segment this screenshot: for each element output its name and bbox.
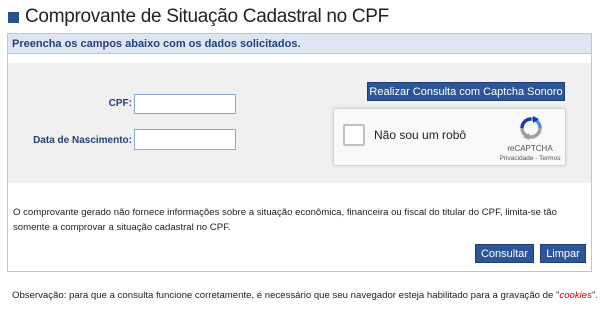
note-prefix: Observação: para que a consulta funcione… [12, 290, 560, 301]
page-title-bar: Comprovante de Situação Cadastral no CPF [8, 5, 389, 29]
clear-button[interactable]: Limpar [540, 244, 586, 263]
recaptcha-widget: Não sou um robô reCAPTCHA Privacidade - … [333, 108, 566, 166]
recaptcha-checkbox-label: Não sou um robô [374, 128, 467, 142]
panel-header-text: Preencha os campos abaixo com os dados s… [12, 37, 301, 50]
page-title: Comprovante de Situação Cadastral no CPF [25, 6, 389, 27]
privacy-link[interactable]: Privacidade [500, 155, 534, 162]
form-area: CPF: Data de Nascimento: Realizar Consul… [8, 63, 591, 183]
recaptcha-icon [520, 116, 542, 140]
note-suffix: ". [591, 290, 599, 301]
cpf-input[interactable] [134, 94, 236, 114]
recaptcha-links: Privacidade - Termos [494, 155, 566, 162]
recaptcha-checkbox[interactable] [343, 124, 365, 146]
panel-header: Preencha os campos abaixo com os dados s… [8, 34, 591, 54]
square-bullet-icon [8, 11, 19, 23]
birth-date-label: Data de Nascimento: [33, 135, 132, 146]
audio-captcha-button[interactable]: Realizar Consulta com Captcha Sonoro [367, 82, 565, 101]
cookies-note: Observação: para que a consulta funcione… [12, 290, 598, 301]
cookies-highlight: cookies [559, 290, 592, 301]
info-text: O comprovante gerado não fornece informa… [13, 207, 557, 233]
consult-button[interactable]: Consultar [475, 244, 534, 263]
birth-date-input[interactable] [134, 129, 236, 150]
cpf-label: CPF: [108, 98, 132, 109]
terms-link[interactable]: Termos [539, 155, 560, 162]
recaptcha-brand: reCAPTCHA [507, 144, 553, 153]
form-panel: Preencha os campos abaixo com os dados s… [7, 33, 592, 272]
